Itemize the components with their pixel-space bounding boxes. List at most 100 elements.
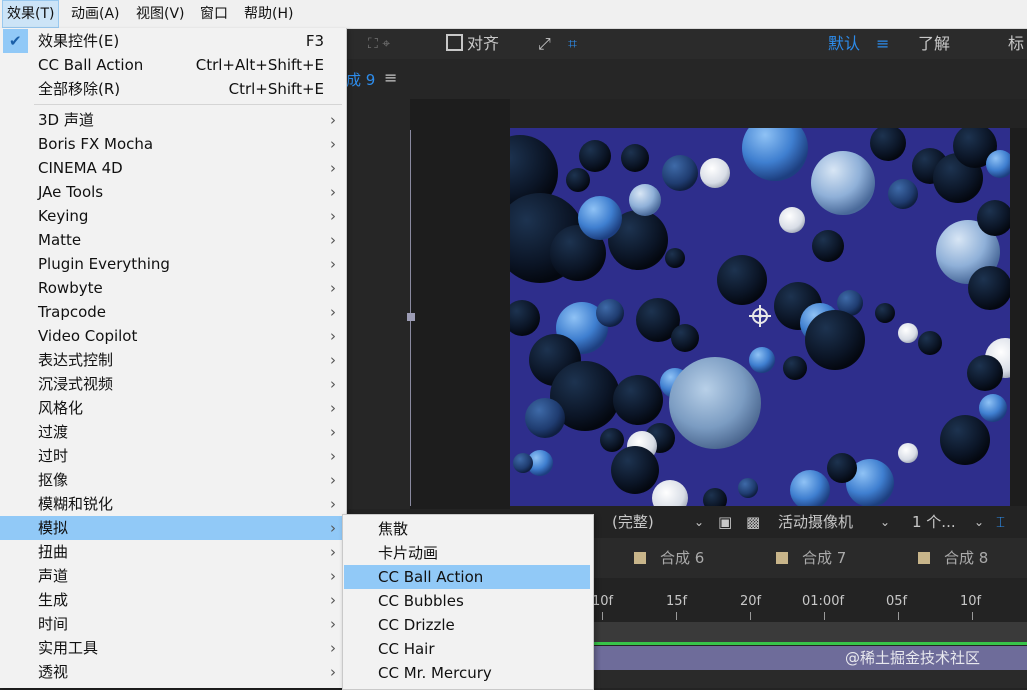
menu-item-label: 扭曲	[38, 543, 69, 561]
menu-category[interactable]: Plugin Everything ›	[0, 252, 346, 276]
menu-category[interactable]: 实用工具 ›	[0, 636, 346, 660]
submenu-item[interactable]: CC Drizzle	[344, 613, 590, 637]
menu-view[interactable]: 视图(V)	[132, 0, 189, 28]
menu-category[interactable]: 透视 ›	[0, 660, 346, 684]
menu-item-shortcut: Ctrl+Shift+E	[228, 80, 324, 98]
ruler-tick-label: 05f	[886, 594, 908, 609]
menu-item-shortcut: F3	[305, 32, 324, 50]
time-ruler[interactable]: 10f 15f 20f 01:00f 05f 10f	[590, 590, 1027, 620]
workspace-menu-icon[interactable]: ≡	[876, 29, 889, 59]
snap-icon[interactable]: ⌗	[568, 29, 577, 59]
timeline-tab[interactable]: 合成 8	[918, 538, 988, 578]
ruler-tick	[676, 612, 677, 620]
menu-category[interactable]: 沉浸式视频 ›	[0, 372, 346, 396]
submenu-item-cc-ball-action[interactable]: CC Ball Action	[344, 565, 590, 589]
submenu-item-label: 卡片动画	[378, 544, 439, 562]
menu-category[interactable]: 模糊和锐化 ›	[0, 492, 346, 516]
chevron-right-icon: ›	[330, 567, 336, 585]
resolution-select[interactable]: (完整)	[612, 508, 654, 536]
menu-category[interactable]: Boris FX Mocha ›	[0, 132, 346, 156]
menu-category[interactable]: 生成 ›	[0, 588, 346, 612]
menu-item-label: 实用工具	[38, 639, 99, 657]
menu-window[interactable]: 窗口	[196, 0, 232, 28]
menu-category[interactable]: 扭曲 ›	[0, 540, 346, 564]
workspace-more[interactable]: 标	[1008, 29, 1024, 59]
submenu-item[interactable]: 焦散	[344, 517, 590, 541]
toolbar-tool-icons[interactable]: ⛶ ⌖	[368, 29, 390, 59]
submenu-item-label: CC Drizzle	[378, 616, 455, 634]
chevron-down-icon[interactable]: ⌄	[974, 508, 984, 536]
expand-icon[interactable]: ⤢	[538, 29, 551, 59]
chevron-right-icon: ›	[330, 159, 336, 177]
workspace-learn[interactable]: 了解	[918, 29, 950, 59]
timeline-tab-label: 合成 6	[660, 549, 705, 567]
menu-item-remove-all[interactable]: 全部移除(R) Ctrl+Shift+E	[0, 77, 346, 101]
timeline-tab-label: 合成 7	[802, 549, 847, 567]
menu-category-simulate[interactable]: 模拟 ›	[0, 516, 346, 540]
comp-swatch	[918, 552, 930, 564]
viewer-controls: (完整) ⌄ ▣ ▩ 活动摄像机 ⌄ 1 个... ⌄ ⌶	[590, 508, 1027, 536]
submenu-item-label: CC Ball Action	[378, 568, 484, 586]
camera-value: 活动摄像机	[778, 513, 854, 531]
chevron-right-icon: ›	[330, 447, 336, 465]
submenu-item[interactable]: CC Mr. Mercury	[344, 661, 590, 685]
submenu-item-label: CC Mr. Mercury	[378, 664, 492, 682]
menu-category[interactable]: 过时 ›	[0, 444, 346, 468]
menu-category[interactable]: CINEMA 4D ›	[0, 156, 346, 180]
menu-category[interactable]: Matte ›	[0, 228, 346, 252]
menu-animation[interactable]: 动画(A)	[67, 0, 124, 28]
camera-select[interactable]: 活动摄像机	[778, 508, 853, 536]
views-select[interactable]: 1 个...	[912, 508, 956, 536]
menu-item-label: Plugin Everything	[38, 255, 170, 273]
menu-category[interactable]: 3D 声道 ›	[0, 108, 346, 132]
menu-item-label: JAe Tools	[38, 183, 104, 201]
timeline-tab[interactable]: 合成 7	[776, 538, 846, 578]
composition-viewer[interactable]	[510, 128, 1010, 506]
menu-help[interactable]: 帮助(H)	[240, 0, 297, 28]
chevron-down-icon[interactable]: ⌄	[694, 508, 704, 536]
resolution-value: (完整)	[612, 513, 654, 531]
submenu-item[interactable]: CC Hair	[344, 637, 590, 661]
ruler-tick-label: 20f	[740, 594, 762, 609]
menu-item-label: 风格化	[38, 399, 84, 417]
chevron-right-icon: ›	[330, 279, 336, 297]
ruler-tick	[602, 612, 603, 620]
ae-toolbar: ⛶ ⌖ 对齐 ⤢ ⌗ 默认 ≡ 了解 标	[346, 29, 1027, 59]
chevron-right-icon: ›	[330, 303, 336, 321]
composition-tab[interactable]: 成 9	[346, 69, 375, 90]
menu-item-last-effect[interactable]: CC Ball Action Ctrl+Alt+Shift+E	[0, 53, 346, 77]
chevron-down-icon[interactable]: ⌄	[880, 508, 890, 536]
region-of-interest-icon[interactable]: ▣	[718, 508, 732, 536]
toggle-view-icon[interactable]: ⌶	[996, 508, 1005, 536]
align-label: 对齐	[467, 34, 500, 53]
chevron-right-icon: ›	[330, 639, 336, 657]
menu-category[interactable]: Rowbyte ›	[0, 276, 346, 300]
menu-category[interactable]: 时间 ›	[0, 612, 346, 636]
workspace-default[interactable]: 默认	[828, 29, 860, 59]
menu-item-label: Trapcode	[38, 303, 107, 321]
work-area-bar[interactable]	[590, 622, 1027, 642]
menu-category[interactable]: Video Copilot ›	[0, 324, 346, 348]
menu-item-effect-controls[interactable]: 效果控件(E) F3	[0, 29, 346, 53]
submenu-item[interactable]: CC Bubbles	[344, 589, 590, 613]
menu-effect[interactable]: 效果(T)	[2, 0, 60, 28]
anchor-point-icon[interactable]	[749, 305, 771, 327]
tab-menu-icon[interactable]: ≡	[384, 68, 397, 87]
menu-category[interactable]: JAe Tools ›	[0, 180, 346, 204]
align-checkbox[interactable]: 对齐	[446, 29, 499, 59]
menu-category[interactable]: 声道 ›	[0, 564, 346, 588]
chevron-right-icon: ›	[330, 111, 336, 129]
menu-category[interactable]: 抠像 ›	[0, 468, 346, 492]
menu-category[interactable]: Keying ›	[0, 204, 346, 228]
menu-category[interactable]: Trapcode ›	[0, 300, 346, 324]
chevron-right-icon: ›	[330, 663, 336, 681]
transparency-grid-icon[interactable]: ▩	[746, 508, 760, 536]
menu-category[interactable]: 表达式控制 ›	[0, 348, 346, 372]
submenu-item[interactable]: 卡片动画	[344, 541, 590, 565]
menu-category[interactable]: 风格化 ›	[0, 396, 346, 420]
timeline-tab[interactable]: 合成 6	[634, 538, 704, 578]
menu-item-label: 模拟	[38, 519, 69, 537]
divider-handle[interactable]	[407, 313, 415, 321]
menu-item-label: Keying	[38, 207, 89, 225]
menu-category[interactable]: 过渡 ›	[0, 420, 346, 444]
